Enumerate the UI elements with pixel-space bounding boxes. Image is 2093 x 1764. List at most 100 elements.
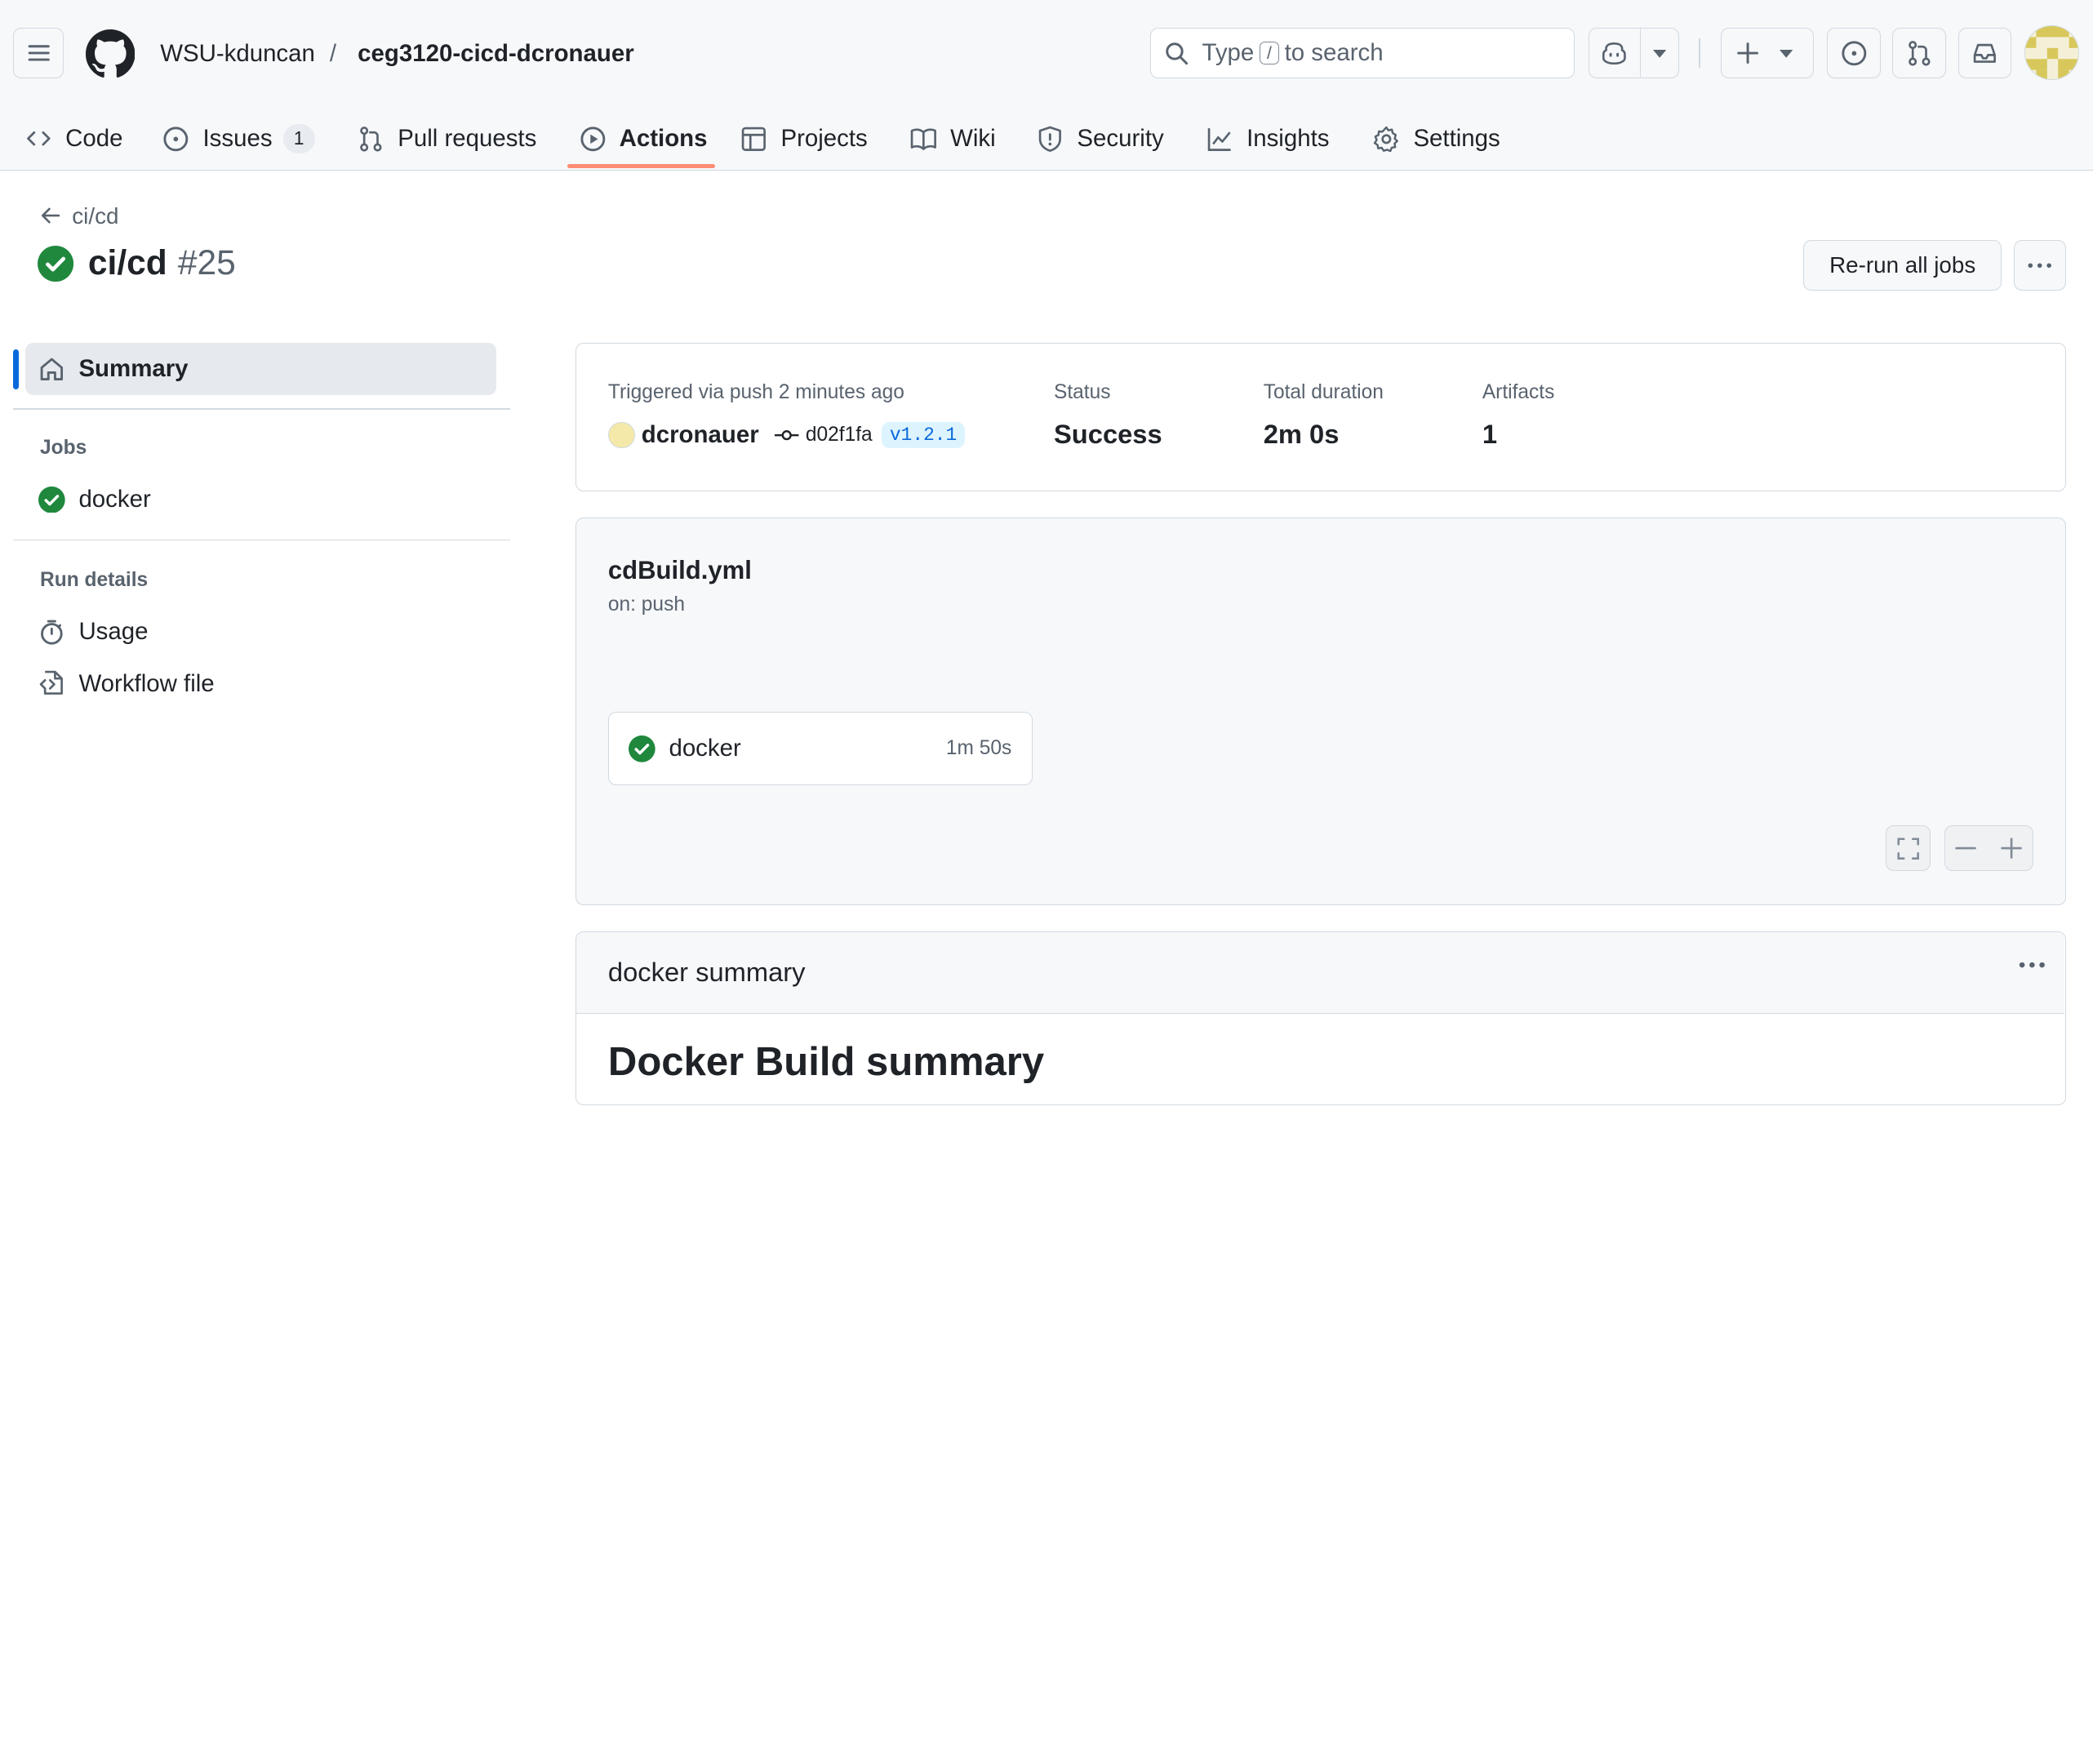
job-node-docker[interactable]: docker 1m 50s [607,712,1033,786]
inbox-icon [1973,43,1996,63]
hamburger-menu-button[interactable] [13,28,64,79]
chevron-down-icon[interactable] [1653,50,1667,59]
graph-icon [1207,127,1231,151]
active-tab-indicator [567,164,716,168]
issues-button[interactable] [1827,28,1881,79]
sidebar-active-indicator [13,349,19,390]
file-code-icon [40,671,64,695]
tab-projects[interactable]: Projects [740,107,868,171]
global-nav: WSU-kduncan / ceg3120-cicd-dcronauer Typ… [0,0,2093,107]
tab-wiki-label: Wiki [950,125,996,153]
tab-settings[interactable]: Settings [1373,107,1500,171]
fullscreen-button[interactable] [1885,825,1931,871]
sidebar-item-summary-label: Summary [78,355,189,383]
issues-count-badge: 1 [282,124,315,154]
tab-actions-label: Actions [619,125,708,153]
copilot-button[interactable] [1588,28,1679,79]
tab-insights-label: Insights [1246,125,1330,153]
shield-icon [1039,126,1062,152]
pull-requests-button[interactable] [1892,28,1946,79]
code-icon [27,131,51,146]
table-icon [742,127,767,151]
book-icon [910,128,937,150]
rerun-all-jobs-button[interactable]: Re-run all jobs [1802,240,2002,291]
tab-wiki[interactable]: Wiki [910,107,996,171]
sidebar-item-usage[interactable]: Usage [38,618,149,646]
commit-sha-link[interactable]: d02f1fa [806,424,873,447]
repo-header: WSU-kduncan / ceg3120-cicd-dcronauer Typ… [0,0,2093,171]
actor-name[interactable]: dcronauer [642,421,759,449]
back-link-label: ci/cd [72,202,119,229]
workflow-file-name: cdBuild.yml [607,556,752,585]
back-link[interactable]: ci/cd [40,203,118,229]
artifacts-label: Artifacts [1482,380,1555,403]
git-pull-request-icon [360,126,382,152]
status-label: Status [1054,380,1111,403]
job-summary-heading: docker summary [607,956,806,987]
triggered-label: Triggered via push 2 minutes ago [607,380,904,403]
repo-tabs: Code Issues 1 Pull requests Actions Proj… [0,107,2093,171]
tab-settings-label: Settings [1413,125,1500,153]
kebab-horizontal-icon[interactable] [2019,962,2046,968]
sidebar-item-usage-label: Usage [78,618,149,645]
create-new-button[interactable] [1720,28,1814,79]
duration-label: Total duration [1263,380,1384,403]
check-circle-fill-icon [38,486,66,513]
sidebar-divider [13,408,510,410]
copilot-icon [1602,42,1627,65]
arrow-left-icon [42,208,60,224]
tab-security-label: Security [1077,125,1164,153]
sidebar-divider [13,539,510,541]
zoom-controls [1944,825,2034,871]
tab-pull-requests-label: Pull requests [398,125,537,153]
status-value: Success [1054,418,1162,449]
workflow-graph-card: cdBuild.yml on: push docker 1m 50s [575,518,2066,905]
job-node-duration: 1m 50s [945,737,1012,760]
artifacts-value[interactable]: 1 [1482,419,1497,450]
run-title: ci/cd #25 [37,244,236,283]
tab-code[interactable]: Code [25,107,122,171]
workflow-trigger: on: push [607,593,685,615]
home-icon [41,358,64,380]
sidebar-item-summary[interactable]: Summary [25,343,497,395]
actor-avatar[interactable] [607,421,635,449]
run-workflow-name: ci/cd [87,244,167,283]
issue-opened-icon [163,127,189,151]
breadcrumb-repo[interactable]: ceg3120-cicd-dcronauer [358,38,634,69]
header-divider [1699,38,1700,69]
gear-icon [1374,126,1399,152]
screen-full-icon [1897,837,1919,860]
tab-pull-requests[interactable]: Pull requests [358,107,536,171]
tab-actions[interactable]: Actions [580,107,708,171]
search-input[interactable]: Type / to search [1150,28,1575,79]
tab-projects-label: Projects [780,125,868,153]
breadcrumb-separator: / [329,39,337,67]
sidebar-item-workflow-file[interactable]: Workflow file [38,669,215,698]
tab-security[interactable]: Security [1037,107,1164,171]
sidebar-item-job-docker[interactable]: docker [38,486,151,513]
tag-badge[interactable]: v1.2.1 [882,421,966,449]
search-shortcut-key: / [1259,42,1280,65]
git-commit-icon [775,429,799,441]
tab-code-label: Code [65,125,123,153]
sidebar-item-workflow-file-label: Workflow file [78,669,215,697]
run-number: #25 [177,244,236,283]
zoom-in-icon[interactable] [2001,838,2022,859]
breadcrumb-owner[interactable]: WSU-kduncan [160,38,315,69]
plus-icon [1737,42,1759,64]
duration-value: 2m 0s [1263,418,1340,449]
git-pull-request-icon [1908,41,1931,66]
sidebar-jobs-heading: Jobs [40,436,87,459]
search-placeholder-suffix: to search [1284,39,1384,67]
tab-issues[interactable]: Issues 1 [162,107,315,171]
chevron-down-icon [1780,50,1793,59]
github-logo-icon[interactable] [85,29,136,78]
job-summary-header: docker summary [575,932,2064,1014]
zoom-out-icon[interactable] [1955,838,1977,859]
run-options-button[interactable] [2014,240,2066,291]
stopwatch-icon [41,620,64,645]
check-circle-fill-icon [629,735,656,762]
user-avatar[interactable] [2024,25,2080,81]
inbox-button[interactable] [1957,28,2011,79]
tab-insights[interactable]: Insights [1206,107,1329,171]
